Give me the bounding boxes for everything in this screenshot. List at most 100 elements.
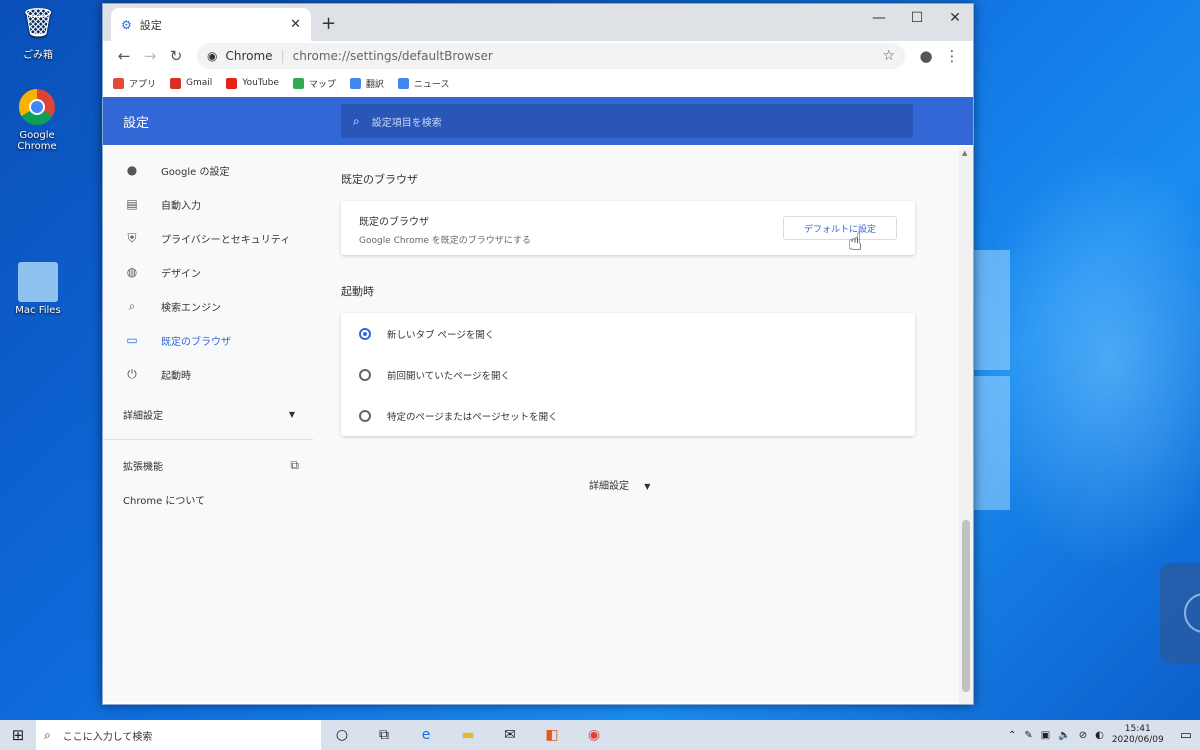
close-button[interactable]: ✕: [935, 10, 975, 26]
chrome-icon: [17, 87, 57, 127]
sidebar-item-search-engine[interactable]: ⌕ 検索エンジン: [103, 289, 313, 323]
settings-main: 既定のブラウザ 既定のブラウザ Google Chrome を既定のブラウザにす…: [341, 147, 915, 492]
tab-close-icon[interactable]: ✕: [290, 17, 301, 32]
bookmark-translate[interactable]: 翻訳: [349, 77, 384, 90]
startup-card: 新しいタブ ページを開く 前回開いていたページを開く 特定のページまたはページセ…: [341, 313, 915, 436]
settings-header: 設定 ⌕ 設定項目を検索: [103, 97, 973, 145]
desktop-icon-recycle-bin[interactable]: 🗑 ごみ箱: [3, 3, 73, 61]
radio-label: 特定のページまたはページセットを開く: [387, 411, 558, 423]
recycle-bin-icon: 🗑: [20, 6, 56, 39]
clipboard-icon: ▤: [126, 197, 138, 211]
radio-label: 前回開いていたページを開く: [387, 370, 511, 382]
bookmark-label: 翻訳: [365, 79, 384, 90]
maximize-button[interactable]: ☐: [897, 10, 937, 26]
sidebar-item-privacy[interactable]: ⛨ プライバシーとセキュリティ: [103, 221, 313, 255]
action-center-icon[interactable]: ▭: [1180, 728, 1192, 743]
caret-down-icon: ▼: [288, 409, 295, 419]
folder-icon: [18, 262, 58, 302]
settings-sidebar: ● Google の設定 ▤ 自動入力 ⛨ プライバシーとセキュリティ ◍ デザイン ⌕…: [103, 147, 313, 702]
youtube-icon: [226, 77, 238, 89]
apps-grid-icon: [113, 77, 124, 89]
radio-selected[interactable]: [359, 327, 371, 340]
pen-icon[interactable]: ✎: [1024, 730, 1032, 741]
startup-option-continue[interactable]: 前回開いていたページを開く: [341, 354, 915, 395]
site-info-icon[interactable]: ◉: [207, 49, 217, 63]
tab-settings[interactable]: ⚙ 設定 ✕: [111, 8, 311, 41]
night-light-icon[interactable]: ◐: [1095, 730, 1104, 741]
taskbar-search-placeholder: ここに入力して検索: [62, 731, 153, 743]
sidebar-item-label: デザイン: [161, 268, 201, 280]
startup-option-specific-pages[interactable]: 特定のページまたはページセットを開く: [341, 395, 915, 436]
page-title: 設定: [123, 116, 150, 131]
system-tray: ⌃ ✎ ▣ 🔈 ⊘ ◐ 15:41 2020/06/09 ▭: [1008, 724, 1200, 746]
radio-unselected[interactable]: [359, 368, 371, 381]
taskbar-search-input[interactable]: ⌕ ここに入力して検索: [36, 720, 321, 750]
start-button[interactable]: ⊞: [0, 726, 36, 744]
bookmark-news[interactable]: ニュース: [397, 77, 450, 90]
settings-search-input[interactable]: ⌕ 設定項目を検索: [341, 104, 913, 138]
office-icon[interactable]: ◧: [531, 727, 573, 743]
gear-icon: ⚙: [121, 17, 132, 32]
profile-icon[interactable]: ●: [913, 47, 939, 65]
bookmark-label: ニュース: [413, 79, 450, 90]
translate-icon: [349, 77, 361, 89]
volume-icon[interactable]: 🔈: [1058, 730, 1070, 741]
sidebar-item-on-startup[interactable]: ⏻ 起動時: [103, 357, 313, 391]
browser-window-icon: ▭: [126, 333, 138, 347]
mail-icon[interactable]: ✉: [489, 727, 531, 743]
search-icon: ⌕: [128, 299, 136, 313]
menu-icon[interactable]: ⋮: [939, 47, 965, 65]
scrollbar-thumb[interactable]: [962, 520, 970, 692]
hand-cursor-icon: ☝: [848, 228, 863, 256]
person-icon: ●: [126, 163, 138, 177]
address-bar[interactable]: ◉ Chrome | chrome://settings/defaultBrow…: [197, 43, 905, 69]
sidebar-item-label: 自動入力: [161, 200, 201, 212]
clock[interactable]: 15:41 2020/06/09: [1112, 724, 1164, 746]
section-title-default-browser: 既定のブラウザ: [341, 173, 418, 186]
bookmark-apps[interactable]: アプリ: [113, 77, 156, 90]
sidebar-divider: [103, 439, 313, 440]
sidebar-advanced-toggle[interactable]: 詳細設定 ▼: [103, 397, 313, 431]
task-view-icon[interactable]: ⧉: [363, 727, 405, 743]
radio-unselected[interactable]: [359, 409, 371, 422]
edge-icon[interactable]: e: [405, 727, 447, 743]
sidebar-item-default-browser[interactable]: ▭ 既定のブラウザ: [103, 323, 313, 357]
forward-arrow-icon[interactable]: →: [137, 47, 163, 65]
cortana-icon[interactable]: ○: [321, 727, 363, 743]
back-arrow-icon[interactable]: ←: [111, 47, 137, 65]
scroll-up-arrow-icon[interactable]: ▲: [962, 149, 967, 157]
tray-chevron-icon[interactable]: ⌃: [1008, 730, 1016, 741]
reload-icon[interactable]: ↻: [163, 47, 189, 65]
advanced-settings-toggle[interactable]: 詳細設定 ▼: [589, 477, 650, 492]
bookmark-maps[interactable]: マップ: [292, 77, 336, 90]
network-icon[interactable]: ▣: [1041, 730, 1050, 741]
scrollbar[interactable]: ▲: [959, 147, 973, 704]
radio-label: 新しいタブ ページを開く: [387, 329, 495, 341]
bookmark-label: マップ: [308, 79, 336, 90]
file-explorer-icon[interactable]: ▬: [447, 727, 489, 743]
sidebar-item-appearance[interactable]: ◍ デザイン: [103, 255, 313, 289]
sidebar-item-label: プライバシーとセキュリティ: [161, 234, 291, 246]
startup-option-new-tab[interactable]: 新しいタブ ページを開く: [341, 313, 915, 354]
sidebar-advanced-label: 詳細設定: [123, 410, 163, 422]
advanced-label: 詳細設定: [589, 481, 629, 492]
chrome-taskbar-icon[interactable]: ◉: [573, 727, 615, 743]
chrome-window: ⚙ 設定 ✕ + — ☐ ✕ ← → ↻ ◉ Chrome | chrome:/…: [102, 3, 974, 705]
power-icon: ⏻: [127, 367, 137, 381]
clock-date: 2020/06/09: [1111, 735, 1164, 745]
make-default-button[interactable]: デフォルトに設定: [783, 216, 897, 240]
new-tab-button[interactable]: +: [321, 13, 336, 34]
minimize-button[interactable]: —: [859, 10, 899, 26]
bookmark-star-icon[interactable]: ☆: [882, 48, 895, 64]
bookmark-gmail[interactable]: Gmail: [170, 77, 212, 89]
sidebar-item-google[interactable]: ● Google の設定: [103, 153, 313, 187]
sidebar-link-extensions[interactable]: 拡張機能 ⧉: [103, 448, 313, 482]
desktop-icon-chrome[interactable]: Google Chrome: [2, 87, 72, 152]
shield-icon: ⛨: [127, 231, 137, 245]
notification-off-icon[interactable]: ⊘: [1079, 730, 1087, 741]
sidebar-item-autofill[interactable]: ▤ 自動入力: [103, 187, 313, 221]
sidebar-link-about[interactable]: Chrome について: [103, 482, 313, 516]
bookmark-youtube[interactable]: YouTube: [226, 77, 279, 89]
desktop-icon-mac-files[interactable]: Mac Files: [3, 262, 73, 316]
bookmark-label: YouTube: [242, 78, 279, 88]
